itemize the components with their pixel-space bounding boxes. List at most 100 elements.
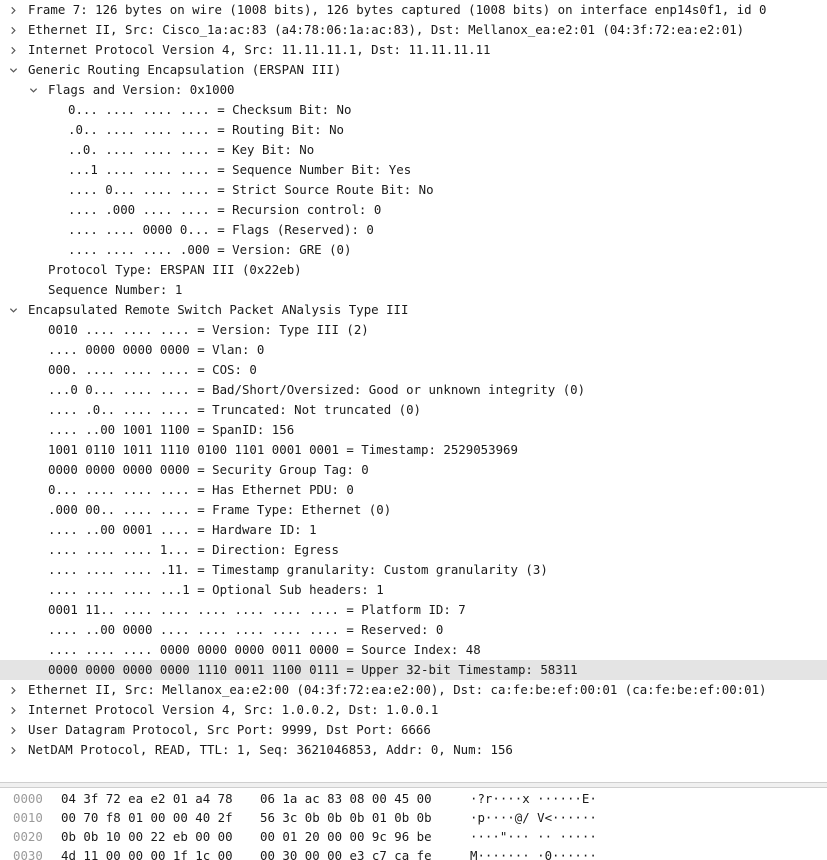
tree-row-label: Ethernet II, Src: Mellanox_ea:e2:00 (04:… — [28, 682, 767, 697]
tree-row-label: Encapsulated Remote Switch Packet ANalys… — [28, 302, 409, 317]
chevron-right-icon[interactable] — [7, 700, 19, 720]
tree-row-label: .... .... .... 1... = Direction: Egress — [48, 542, 339, 557]
tree-row[interactable]: Internet Protocol Version 4, Src: 1.0.0.… — [0, 700, 827, 720]
tree-row-label: Frame 7: 126 bytes on wire (1008 bits), … — [28, 2, 767, 17]
chevron-right-icon[interactable] — [7, 0, 19, 20]
ascii-bytes: ····"··· ·· ····· — [470, 829, 597, 844]
hex-dump-row[interactable]: 0030 4d 11 00 00 00 1f 1c 00 00 30 00 00 e… — [0, 846, 827, 860]
tree-row-label: Sequence Number: 1 — [48, 282, 183, 297]
ascii-bytes: ·?r····x ······E· — [470, 791, 597, 806]
tree-row[interactable]: .0.. .... .... .... = Routing Bit: No — [0, 120, 827, 140]
tree-row[interactable]: Sequence Number: 1 — [0, 280, 827, 300]
tree-row-label: .... 0... .... .... = Strict Source Rout… — [68, 182, 434, 197]
chevron-down-icon[interactable] — [7, 60, 19, 80]
tree-row-label: .... ..00 1001 1100 = SpanID: 156 — [48, 422, 295, 437]
tree-row[interactable]: .... .... .... .11. = Timestamp granular… — [0, 560, 827, 580]
tree-row[interactable]: Internet Protocol Version 4, Src: 11.11.… — [0, 40, 827, 60]
chevron-right-icon[interactable] — [7, 680, 19, 700]
tree-row-label: NetDAM Protocol, READ, TTL: 1, Seq: 3621… — [28, 742, 513, 757]
tree-row-label: ..0. .... .... .... = Key Bit: No — [68, 142, 315, 157]
hex-offset: 0000 — [13, 791, 43, 806]
packet-bytes-pane[interactable]: 0000 04 3f 72 ea e2 01 a4 78 06 1a ac 83 0… — [0, 788, 827, 860]
tree-row[interactable]: ...0 0... .... .... = Bad/Short/Oversize… — [0, 380, 827, 400]
hex-bytes-left: 0b 0b 10 00 22 eb 00 00 — [61, 829, 233, 844]
tree-row[interactable]: Frame 7: 126 bytes on wire (1008 bits), … — [0, 0, 827, 20]
tree-row-label: .... .0.. .... .... = Truncated: Not tru… — [48, 402, 421, 417]
tree-row[interactable]: ..0. .... .... .... = Key Bit: No — [0, 140, 827, 160]
tree-row-label: .... ..00 0001 .... = Hardware ID: 1 — [48, 522, 317, 537]
tree-row[interactable]: Flags and Version: 0x1000 — [0, 80, 827, 100]
tree-row-label: Internet Protocol Version 4, Src: 11.11.… — [28, 42, 491, 57]
chevron-right-icon[interactable] — [7, 40, 19, 60]
hex-offset: 0030 — [13, 848, 43, 860]
tree-row[interactable]: 0001 11.. .... .... .... .... .... .... … — [0, 600, 827, 620]
tree-row-selected[interactable]: 0000 0000 0000 0000 1110 0011 1100 0111 … — [0, 660, 827, 680]
tree-row-label: .... .... 0000 0... = Flags (Reserved): … — [68, 222, 374, 237]
ascii-bytes: M······· ·0······ — [470, 848, 597, 860]
tree-row-label: 0001 11.. .... .... .... .... .... .... … — [48, 602, 466, 617]
tree-row-label: 0010 .... .... .... = Version: Type III … — [48, 322, 369, 337]
tree-row[interactable]: .... ..00 0000 .... .... .... .... .... … — [0, 620, 827, 640]
chevron-down-icon[interactable] — [7, 300, 19, 320]
packet-details-pane[interactable]: Frame 7: 126 bytes on wire (1008 bits), … — [0, 0, 827, 768]
tree-row[interactable]: .... ..00 1001 1100 = SpanID: 156 — [0, 420, 827, 440]
tree-row-label: .... ..00 0000 .... .... .... .... .... … — [48, 622, 444, 637]
tree-row-label: .... .... .... ...1 = Optional Sub heade… — [48, 582, 384, 597]
tree-row-label: 0... .... .... .... = Checksum Bit: No — [68, 102, 352, 117]
chevron-right-icon[interactable] — [7, 720, 19, 740]
tree-row[interactable]: .... .... .... 1... = Direction: Egress — [0, 540, 827, 560]
tree-row[interactable]: .... .... .... ...1 = Optional Sub heade… — [0, 580, 827, 600]
tree-row[interactable]: 0... .... .... .... = Checksum Bit: No — [0, 100, 827, 120]
tree-row[interactable]: 1001 0110 1011 1110 0100 1101 0001 0001 … — [0, 440, 827, 460]
ascii-bytes: ·p····@/ V<······ — [470, 810, 597, 825]
tree-row-label: Protocol Type: ERSPAN III (0x22eb) — [48, 262, 302, 277]
tree-row[interactable]: Ethernet II, Src: Mellanox_ea:e2:00 (04:… — [0, 680, 827, 700]
tree-row-label: 0000 0000 0000 0000 = Security Group Tag… — [48, 462, 369, 477]
hex-offset: 0020 — [13, 829, 43, 844]
hex-bytes-left: 04 3f 72 ea e2 01 a4 78 — [61, 791, 233, 806]
tree-row-label: ...0 0... .... .... = Bad/Short/Oversize… — [48, 382, 586, 397]
tree-row[interactable]: .... .000 .... .... = Recursion control:… — [0, 200, 827, 220]
tree-row[interactable]: ...1 .... .... .... = Sequence Number Bi… — [0, 160, 827, 180]
tree-row[interactable]: 000. .... .... .... = COS: 0 — [0, 360, 827, 380]
hex-bytes-left: 4d 11 00 00 00 1f 1c 00 — [61, 848, 233, 860]
tree-row[interactable]: .... ..00 0001 .... = Hardware ID: 1 — [0, 520, 827, 540]
tree-row[interactable]: Encapsulated Remote Switch Packet ANalys… — [0, 300, 827, 320]
hex-dump-row[interactable]: 0000 04 3f 72 ea e2 01 a4 78 06 1a ac 83 0… — [0, 789, 827, 808]
tree-row[interactable]: .... .... 0000 0... = Flags (Reserved): … — [0, 220, 827, 240]
tree-row-label: .000 00.. .... .... = Frame Type: Ethern… — [48, 502, 392, 517]
tree-row-label: ...1 .... .... .... = Sequence Number Bi… — [68, 162, 412, 177]
tree-row-label: 0000 0000 0000 0000 1110 0011 1100 0111 … — [48, 662, 578, 677]
tree-row-label: 000. .... .... .... = COS: 0 — [48, 362, 257, 377]
tree-row[interactable]: .000 00.. .... .... = Frame Type: Ethern… — [0, 500, 827, 520]
hex-bytes-right: 56 3c 0b 0b 0b 01 0b 0b — [260, 810, 432, 825]
hex-bytes-right: 06 1a ac 83 08 00 45 00 — [260, 791, 432, 806]
tree-row-label: .... .... .... .11. = Timestamp granular… — [48, 562, 548, 577]
tree-row-label: .0.. .... .... .... = Routing Bit: No — [68, 122, 345, 137]
tree-row[interactable]: .... .... .... 0000 0000 0000 0011 0000 … — [0, 640, 827, 660]
chevron-right-icon[interactable] — [7, 20, 19, 40]
tree-row[interactable]: Generic Routing Encapsulation (ERSPAN II… — [0, 60, 827, 80]
tree-row-label: 0... .... .... .... = Has Ethernet PDU: … — [48, 482, 354, 497]
tree-row[interactable]: 0010 .... .... .... = Version: Type III … — [0, 320, 827, 340]
tree-row[interactable]: .... .... .... .000 = Version: GRE (0) — [0, 240, 827, 260]
chevron-right-icon[interactable] — [7, 740, 19, 760]
tree-row[interactable]: 0... .... .... .... = Has Ethernet PDU: … — [0, 480, 827, 500]
tree-row[interactable]: .... 0... .... .... = Strict Source Rout… — [0, 180, 827, 200]
tree-row[interactable]: .... 0000 0000 0000 = Vlan: 0 — [0, 340, 827, 360]
tree-row[interactable]: User Datagram Protocol, Src Port: 9999, … — [0, 720, 827, 740]
tree-row[interactable]: .... .0.. .... .... = Truncated: Not tru… — [0, 400, 827, 420]
chevron-down-icon[interactable] — [27, 80, 39, 100]
hex-bytes-right: 00 30 00 00 e3 c7 ca fe — [260, 848, 432, 860]
tree-row[interactable]: 0000 0000 0000 0000 = Security Group Tag… — [0, 460, 827, 480]
hex-bytes-left: 00 70 f8 01 00 00 40 2f — [61, 810, 233, 825]
tree-row-label: Ethernet II, Src: Cisco_1a:ac:83 (a4:78:… — [28, 22, 745, 37]
tree-row-label: Flags and Version: 0x1000 — [48, 82, 235, 97]
tree-row[interactable]: Protocol Type: ERSPAN III (0x22eb) — [0, 260, 827, 280]
hex-dump-row[interactable]: 0010 00 70 f8 01 00 00 40 2f 56 3c 0b 0b 0… — [0, 808, 827, 827]
tree-row[interactable]: NetDAM Protocol, READ, TTL: 1, Seq: 3621… — [0, 740, 827, 760]
hex-offset: 0010 — [13, 810, 43, 825]
hex-dump-row[interactable]: 0020 0b 0b 10 00 22 eb 00 00 00 01 20 00 0… — [0, 827, 827, 846]
tree-row-label: 1001 0110 1011 1110 0100 1101 0001 0001 … — [48, 442, 518, 457]
tree-row[interactable]: Ethernet II, Src: Cisco_1a:ac:83 (a4:78:… — [0, 20, 827, 40]
